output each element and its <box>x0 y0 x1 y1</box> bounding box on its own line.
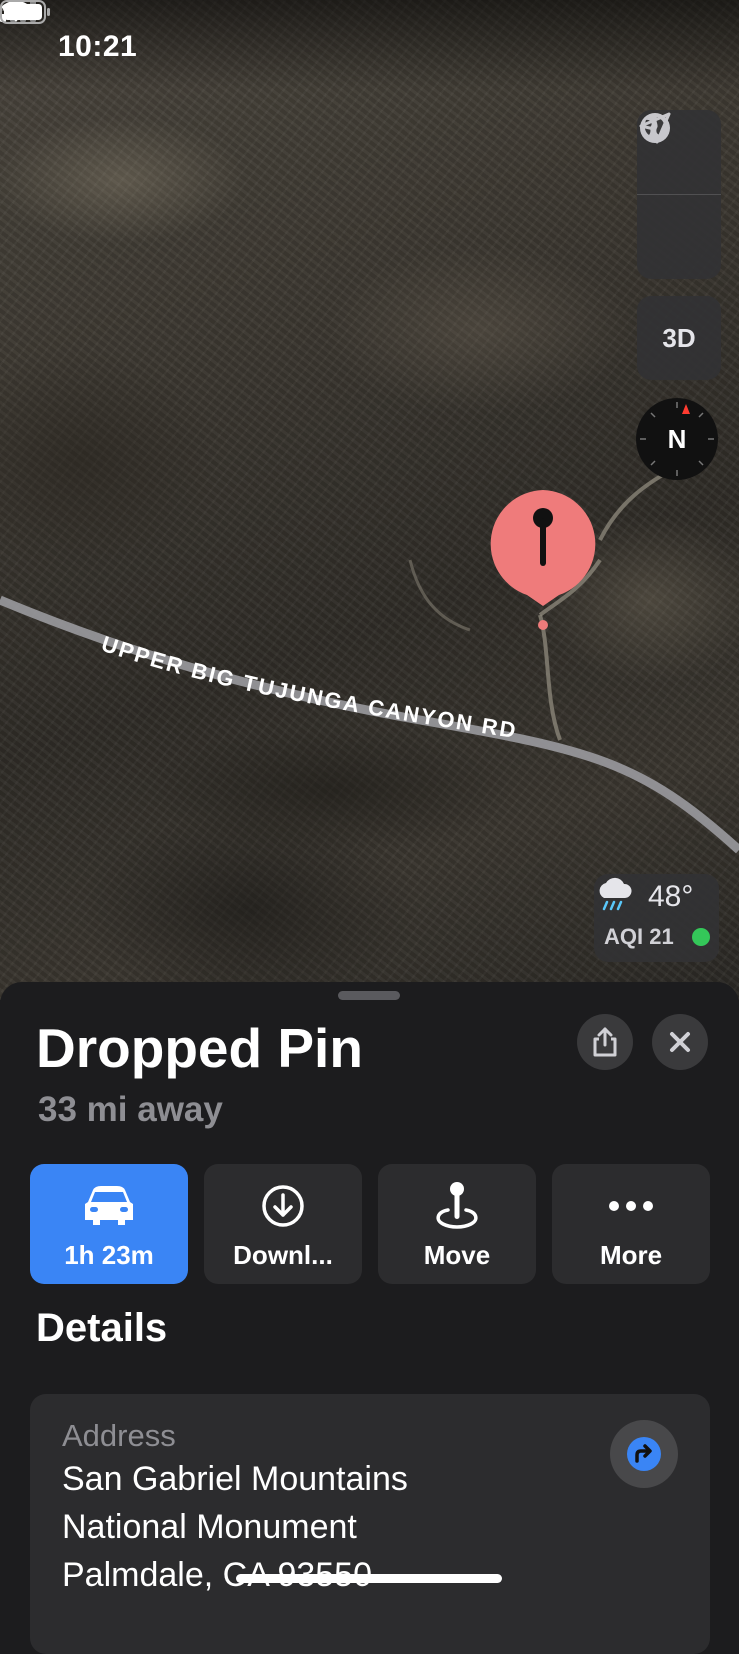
view-3d-label: 3D <box>662 322 696 353</box>
dropped-pin-marker[interactable] <box>487 488 599 630</box>
battery-icon <box>0 0 50 24</box>
road-label-text: UPPER BIG TUJUNGA CANYON RD <box>99 631 518 743</box>
move-button[interactable]: Move <box>378 1164 536 1284</box>
download-label: Downl... <box>233 1240 333 1270</box>
pin-icon <box>490 490 596 630</box>
move-label: Move <box>423 1240 491 1270</box>
sheet-grabber[interactable] <box>338 991 400 1000</box>
view-3d-button[interactable]: 3D <box>637 296 721 380</box>
share-icon <box>593 1027 617 1057</box>
status-bar: 10:21 <box>0 0 739 90</box>
track-location-button[interactable] <box>637 112 721 279</box>
location-arrow-icon <box>639 112 671 144</box>
download-icon <box>262 1185 304 1227</box>
place-distance: 33 mi away <box>38 1090 223 1129</box>
home-indicator[interactable] <box>236 1574 502 1583</box>
directions-button[interactable]: 1h 23m <box>30 1164 188 1284</box>
directions-label: 1h 23m <box>64 1240 154 1270</box>
download-button[interactable]: Downl... <box>204 1164 362 1284</box>
weather-temperature: 48° <box>648 880 694 913</box>
address-line-2: National Monument <box>62 1508 357 1546</box>
compass[interactable]: N <box>636 398 718 480</box>
action-buttons: 1h 23m Downl... Move More <box>30 1164 710 1284</box>
directions-arrow-icon <box>627 1437 661 1471</box>
more-button[interactable]: More <box>552 1164 710 1284</box>
aqi-indicator <box>692 928 710 946</box>
place-sheet: Dropped Pin 33 mi away 1h 23m Downl... M… <box>0 982 739 1654</box>
map-terrain: UPPER BIG TUJUNGA CANYON RD <box>0 458 739 854</box>
address-line-1: San Gabriel Mountains <box>62 1460 408 1498</box>
address-directions-button[interactable] <box>610 1420 678 1488</box>
address-label: Address <box>62 1418 176 1453</box>
close-icon <box>670 1032 690 1052</box>
more-label: More <box>599 1240 663 1270</box>
move-pin-icon <box>436 1182 478 1229</box>
compass-label: N <box>667 423 687 454</box>
map-view[interactable]: UPPER BIG TUJUNGA CANYON RD 10:21 3D N 4… <box>0 0 739 1000</box>
details-heading: Details <box>36 1306 168 1350</box>
close-button[interactable] <box>652 1014 708 1070</box>
more-icon <box>609 1201 653 1211</box>
cloud-rain-icon <box>599 877 632 911</box>
clock: 10:21 <box>58 30 138 63</box>
aqi-value: AQI 21 <box>604 924 674 949</box>
address-card[interactable]: Address San Gabriel Mountains National M… <box>30 1394 710 1654</box>
weather-widget[interactable]: 48° AQI 21 <box>594 874 719 962</box>
share-button[interactable] <box>577 1014 633 1070</box>
car-icon <box>85 1186 133 1225</box>
road-label: UPPER BIG TUJUNGA CANYON RD <box>99 631 520 743</box>
map-controls <box>637 110 721 279</box>
place-title: Dropped Pin <box>36 1017 363 1079</box>
